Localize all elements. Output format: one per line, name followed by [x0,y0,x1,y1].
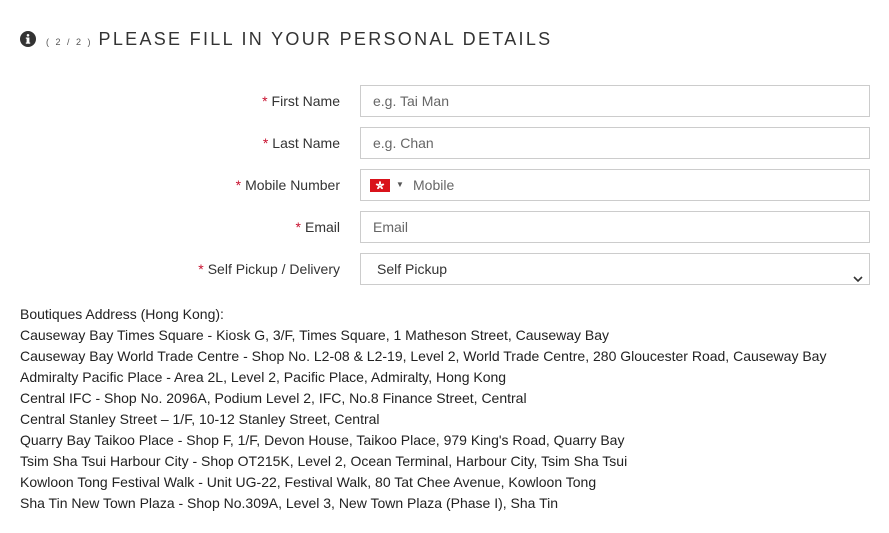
last-name-label: * Last Name [263,127,340,159]
boutique-address: Causeway Bay Times Square - Kiosk G, 3/F… [20,327,610,343]
boutique-address-list: Boutiques Address (Hong Kong): Causeway … [20,304,826,514]
first-name-placeholder: e.g. Tai Man [373,93,450,109]
required-mark: * [262,135,269,151]
required-mark: * [235,177,242,193]
mobile-placeholder: Mobile [413,177,455,193]
email-row: * Email Email [0,211,889,243]
boutique-address: Sha Tin New Town Plaza - Shop No.309A, L… [20,495,558,511]
chevron-down-icon [853,264,863,294]
mobile-row: * Mobile Number ▼ Mobile [0,169,889,201]
email-label-text: Email [304,219,340,235]
step-indicator: ( 2 / 2 ) [46,37,93,47]
first-name-input[interactable]: e.g. Tai Man [360,85,870,117]
required-mark: * [262,93,268,109]
boutique-address: Causeway Bay World Trade Centre - Shop N… [20,348,827,364]
boutique-address: Admiralty Pacific Place - Area 2L, Level… [20,369,507,385]
required-mark: * [198,261,204,277]
first-name-label: * First Name [262,85,340,117]
first-name-label-text: First Name [271,93,340,109]
boutique-address: Central IFC - Shop No. 2096A, Podium Lev… [20,390,527,406]
boutiques-heading: Boutiques Address (Hong Kong): [20,306,224,322]
last-name-input[interactable]: e.g. Chan [360,127,870,159]
mobile-input[interactable]: ▼ Mobile [360,169,870,201]
info-icon [20,31,36,47]
boutique-address: Quarry Bay Taikoo Place - Shop F, 1/F, D… [20,432,625,448]
mobile-label: * Mobile Number [236,169,340,201]
first-name-row: * First Name e.g. Tai Man [0,85,889,117]
page-title: PLEASE FILL IN YOUR PERSONAL DETAILS [98,28,553,49]
email-label: * Email [296,211,340,243]
delivery-label-text: Self Pickup / Delivery [207,261,340,277]
required-mark: * [295,219,301,235]
form-header: ( 2 / 2 ) PLEASE FILL IN YOUR PERSONAL D… [20,28,552,50]
email-placeholder: Email [373,219,409,235]
delivery-row: * Self Pickup / Delivery Self Pickup [0,253,889,285]
delivery-label: * Self Pickup / Delivery [198,253,340,285]
last-name-row: * Last Name e.g. Chan [0,127,889,159]
mobile-label-text: Mobile Number [245,177,340,193]
delivery-selected-value: Self Pickup [377,261,448,277]
boutique-address: Central Stanley Street – 1/F, 10-12 Stan… [20,411,380,427]
last-name-label-text: Last Name [272,135,340,151]
boutique-address: Kowloon Tong Festival Walk - Unit UG-22,… [20,474,597,490]
boutique-address: Tsim Sha Tsui Harbour City - Shop OT215K… [20,453,628,469]
last-name-placeholder: e.g. Chan [373,135,434,151]
country-dropdown-caret-icon[interactable]: ▼ [396,170,404,200]
delivery-select[interactable]: Self Pickup [360,253,870,285]
hong-kong-flag-icon[interactable] [370,179,390,192]
email-input[interactable]: Email [360,211,870,243]
